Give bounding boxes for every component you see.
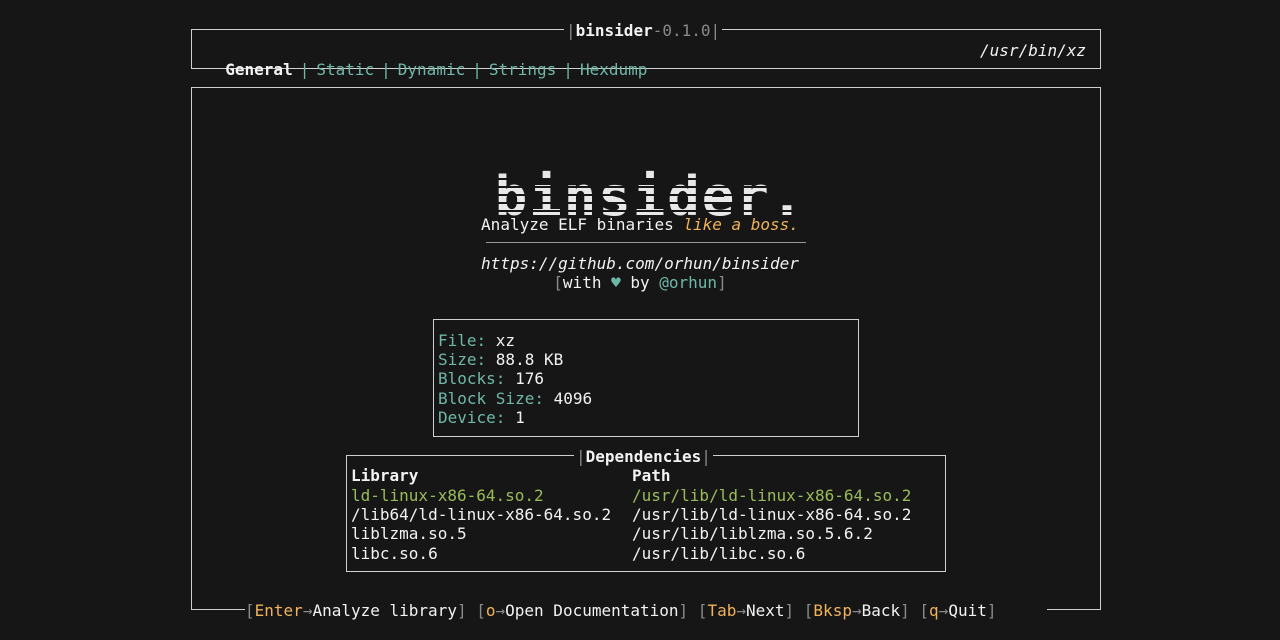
- tab-hexdump[interactable]: Hexdump: [580, 60, 647, 79]
- info-device: Device: 1: [438, 408, 525, 427]
- app-version: 0.1.0: [662, 21, 711, 40]
- app-title: |binsider-0.1.0|: [564, 21, 723, 40]
- dep-row-library[interactable]: ld-linux-x86-64.so.2: [351, 486, 544, 505]
- keybinding-bar: [Enter→Analyze library] [o→Open Document…: [245, 601, 997, 620]
- dep-row-path[interactable]: /usr/lib/libc.so.6: [632, 544, 805, 563]
- arrow-icon: →: [736, 601, 746, 620]
- tab-dynamic[interactable]: Dynamic: [398, 60, 465, 79]
- tagline-emphasis: like a boss.: [683, 215, 799, 234]
- dep-row-path[interactable]: /usr/lib/ld-linux-x86-64.so.2: [632, 505, 911, 524]
- tab-strings[interactable]: Strings: [489, 60, 556, 79]
- repo-link[interactable]: https://github.com/orhun/binsider: [0, 254, 1280, 273]
- dep-row-path[interactable]: /usr/lib/ld-linux-x86-64.so.2: [632, 486, 911, 505]
- dependencies-title: |Dependencies|: [574, 447, 713, 466]
- action-quit: Quit: [948, 601, 987, 620]
- dep-row-library[interactable]: liblzma.so.5: [351, 524, 467, 543]
- tab-bar: General | Static | Dynamic | Strings | Hexdump: [225, 60, 648, 79]
- key-enter: Enter: [254, 601, 303, 620]
- key-q: q: [929, 601, 939, 620]
- column-header-path: Path: [632, 466, 671, 485]
- action-analyze-library: Analyze library: [312, 601, 457, 620]
- footer-border-left: [191, 609, 245, 610]
- credits: [with ♥ by @orhun]: [553, 273, 727, 292]
- file-path: /usr/bin/xz: [980, 41, 1086, 60]
- tagline-text: Analyze ELF binaries: [481, 215, 684, 234]
- tagline-divider: [486, 242, 806, 243]
- key-tab: Tab: [707, 601, 737, 620]
- arrow-icon: →: [851, 601, 862, 620]
- tab-static[interactable]: Static: [316, 60, 374, 79]
- info-block-size: Block Size: 4096: [438, 389, 593, 408]
- info-blocks: Blocks: 176: [438, 369, 544, 388]
- key-o: o: [485, 601, 496, 620]
- arrow-icon: →: [938, 601, 949, 620]
- dep-row-path[interactable]: /usr/lib/liblzma.so.5.6.2: [632, 524, 873, 543]
- action-back: Back: [861, 601, 901, 620]
- app-name: binsider: [575, 21, 653, 40]
- column-header-library: Library: [351, 466, 419, 485]
- action-next: Next: [745, 601, 785, 620]
- footer-border-right: [1047, 609, 1101, 610]
- dep-row-library[interactable]: libc.so.6: [351, 544, 438, 563]
- action-open-documentation: Open Documentation: [505, 601, 679, 620]
- arrow-icon: →: [495, 601, 506, 620]
- tagline: Analyze ELF binaries like a boss.: [0, 215, 1280, 234]
- tab-general[interactable]: General: [225, 60, 292, 79]
- author-link[interactable]: @orhun: [659, 273, 717, 292]
- info-file: File: xz: [438, 331, 516, 350]
- info-size: Size: 88.8 KB: [438, 350, 564, 369]
- heart-icon: ♥: [611, 273, 621, 292]
- arrow-icon: →: [302, 601, 313, 620]
- key-bksp: Bksp: [813, 601, 852, 620]
- dep-row-library[interactable]: /lib64/ld-linux-x86-64.so.2: [351, 505, 611, 524]
